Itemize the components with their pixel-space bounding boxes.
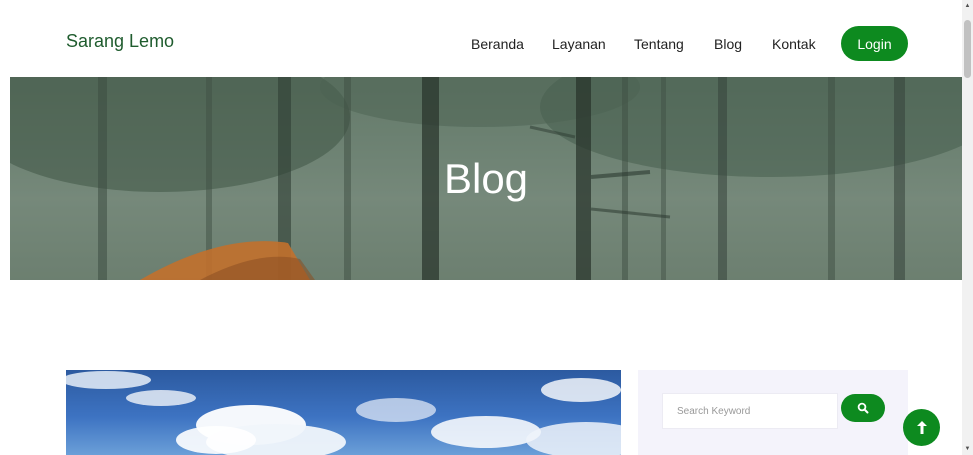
arrow-up-icon xyxy=(916,420,927,434)
page-scrollbar[interactable]: ▲ ▼ xyxy=(962,0,973,455)
scroll-up-arrow-icon[interactable]: ▲ xyxy=(964,2,971,10)
back-to-top-button[interactable] xyxy=(903,409,940,446)
search-input[interactable]: Search Keyword xyxy=(662,393,838,429)
sidebar-search-widget: Search Keyword xyxy=(638,370,908,455)
brand-logo[interactable]: Sarang Lemo xyxy=(66,31,174,52)
hero-banner: Blog xyxy=(10,77,962,280)
nav-item-tentang[interactable]: Tentang xyxy=(634,36,684,52)
scroll-down-arrow-icon[interactable]: ▼ xyxy=(964,445,971,453)
login-button[interactable]: Login xyxy=(841,26,908,61)
page-title: Blog xyxy=(443,155,529,202)
nav-item-blog[interactable]: Blog xyxy=(714,36,742,52)
search-button[interactable] xyxy=(841,394,885,422)
scrollbar-thumb[interactable] xyxy=(964,20,971,78)
nav-item-kontak[interactable]: Kontak xyxy=(772,36,816,52)
nav-item-beranda[interactable]: Beranda xyxy=(471,36,524,52)
nav-item-layanan[interactable]: Layanan xyxy=(552,36,606,52)
site-header: Sarang Lemo Beranda Layanan Tentang Blog… xyxy=(0,0,962,77)
blog-post-image[interactable] xyxy=(66,370,621,455)
search-icon xyxy=(857,402,869,414)
sky-clouds-graphic xyxy=(66,371,621,455)
